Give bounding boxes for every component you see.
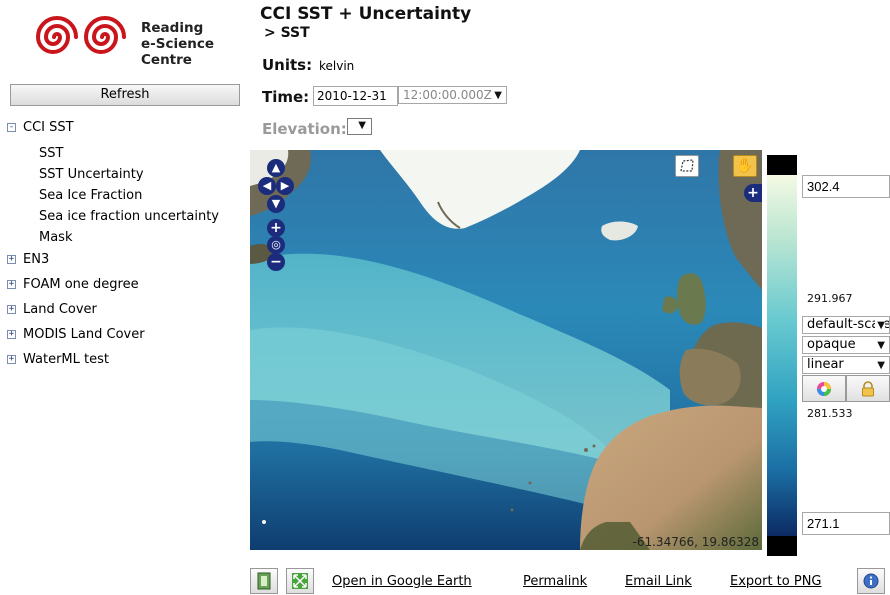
elevation-select[interactable]: ▼ xyxy=(347,118,372,135)
layer-subtitle: > SST xyxy=(264,25,310,41)
expand-icon[interactable]: + xyxy=(7,330,16,339)
tree-item-sst-uncertainty[interactable]: SST Uncertainty xyxy=(6,164,242,185)
tree-node-en3[interactable]: + EN3 xyxy=(6,250,242,275)
export-png-link[interactable]: Export to PNG xyxy=(730,574,822,589)
time-select[interactable]: 12:00:00.000Z ▼ xyxy=(398,86,507,104)
pan-hand-tool-icon[interactable]: ✋ xyxy=(733,155,757,177)
zoom-world-icon[interactable]: ◎ xyxy=(267,236,285,254)
expand-arrows-icon xyxy=(292,573,308,589)
expand-icon[interactable]: + xyxy=(7,305,16,314)
mouse-position-readout: -61.34766, 19.86328 xyxy=(632,535,759,549)
elevation-label: Elevation: xyxy=(262,120,347,138)
scale-min-input[interactable] xyxy=(802,512,890,535)
tree-node-label[interactable]: Land Cover xyxy=(23,302,97,317)
expand-icon[interactable]: + xyxy=(7,280,16,289)
spiral-logo-icon xyxy=(35,16,126,54)
logo-text: Reading e-Science Centre xyxy=(141,20,214,68)
fullscreen-button[interactable] xyxy=(286,568,314,594)
scaling-select[interactable]: linear ▼ xyxy=(802,356,890,374)
below-min-colour xyxy=(767,536,797,556)
units-label: Units: xyxy=(262,56,313,74)
dropdown-caret-icon: ▼ xyxy=(877,340,885,351)
tree-node-land-cover[interactable]: + Land Cover xyxy=(6,300,242,325)
box-select-tool-icon[interactable] xyxy=(675,155,699,177)
google-earth-link[interactable]: Open in Google Earth xyxy=(332,574,472,589)
page-title: CCI SST + Uncertainty xyxy=(260,4,472,24)
date-input[interactable] xyxy=(313,86,398,106)
pan-down-icon[interactable]: ▼ xyxy=(267,195,285,213)
tree-node-label[interactable]: WaterML test xyxy=(23,352,109,367)
pan-up-icon[interactable]: ▲ xyxy=(267,159,285,177)
dropdown-caret-icon: ▼ xyxy=(877,360,885,371)
tree-node-foam[interactable]: + FOAM one degree xyxy=(6,275,242,300)
scale-max-input[interactable] xyxy=(802,175,890,198)
expand-icon[interactable]: + xyxy=(7,255,16,264)
palette-select[interactable]: default-scale ▼ xyxy=(802,316,890,334)
time-label: Time: xyxy=(262,88,310,106)
layer-tree: - CCI SST SST SST Uncertainty Sea Ice Fr… xyxy=(6,118,242,375)
units-value: kelvin xyxy=(319,59,355,73)
time-select-value: 12:00:00.000Z xyxy=(403,88,492,102)
colour-gradient xyxy=(767,175,797,536)
tree-node-label[interactable]: CCI SST xyxy=(23,120,74,135)
tree-item-sea-ice-fraction[interactable]: Sea Ice Fraction xyxy=(6,185,242,206)
reading-escience-logo: Reading e-Science Centre xyxy=(30,8,230,68)
zoom-out-icon[interactable]: − xyxy=(267,253,285,271)
scaling-select-value: linear xyxy=(807,357,844,372)
tree-item-sst[interactable]: SST xyxy=(6,143,242,164)
tree-node-cci-sst[interactable]: - CCI SST xyxy=(6,118,242,143)
layer-switcher-icon[interactable]: + xyxy=(744,184,762,202)
info-button[interactable] xyxy=(857,568,885,594)
permalink-link[interactable]: Permalink xyxy=(523,574,587,589)
colour-scale-bar xyxy=(767,155,797,556)
expand-icon[interactable]: + xyxy=(7,355,16,364)
info-icon xyxy=(863,573,879,589)
opacity-select-value: opaque xyxy=(807,337,856,352)
dropdown-caret-icon: ▼ xyxy=(358,120,366,131)
palette-picker-button[interactable] xyxy=(802,375,846,402)
scale-tick-lower: 281.533 xyxy=(807,407,853,420)
logo-line-3: Centre xyxy=(141,52,192,68)
lock-scale-button[interactable] xyxy=(846,375,890,402)
pan-right-icon[interactable]: ▶ xyxy=(276,177,294,195)
refresh-button[interactable]: Refresh xyxy=(10,84,240,106)
pan-left-icon[interactable]: ◀ xyxy=(258,177,276,195)
app-window: Reading e-Science Centre Refresh - CCI S… xyxy=(0,0,890,595)
opacity-select[interactable]: opaque ▼ xyxy=(802,336,890,354)
map-imagery xyxy=(250,150,762,550)
animation-button[interactable] xyxy=(250,568,278,594)
tree-node-modis-land-cover[interactable]: + MODIS Land Cover xyxy=(6,325,242,350)
above-max-colour xyxy=(767,155,797,175)
tree-item-sea-ice-fraction-uncertainty[interactable]: Sea ice fraction uncertainty xyxy=(6,206,242,227)
tree-node-label[interactable]: MODIS Land Cover xyxy=(23,327,145,342)
tree-node-waterml-test[interactable]: + WaterML test xyxy=(6,350,242,375)
map-viewport[interactable]: ▲ ◀ ▶ ▼ + ◎ − ✋ + -61.34766, 19.86328 xyxy=(250,150,762,550)
tree-item-mask[interactable]: Mask xyxy=(6,227,242,248)
collapse-icon[interactable]: - xyxy=(7,123,16,132)
tree-node-label[interactable]: FOAM one degree xyxy=(23,277,139,292)
tree-node-label[interactable]: EN3 xyxy=(23,252,49,267)
polygon-select-icon xyxy=(680,159,694,172)
logo-line-1: Reading xyxy=(141,20,204,36)
colour-wheel-icon xyxy=(817,382,831,396)
film-strip-icon xyxy=(257,572,271,590)
scale-tick-upper: 291.967 xyxy=(807,292,853,305)
dropdown-caret-icon: ▼ xyxy=(494,90,502,101)
zoom-in-icon[interactable]: + xyxy=(267,219,285,237)
dropdown-caret-icon: ▼ xyxy=(875,318,885,333)
lock-icon xyxy=(862,381,874,397)
logo-line-2: e-Science xyxy=(141,36,215,52)
email-link[interactable]: Email Link xyxy=(625,574,692,589)
